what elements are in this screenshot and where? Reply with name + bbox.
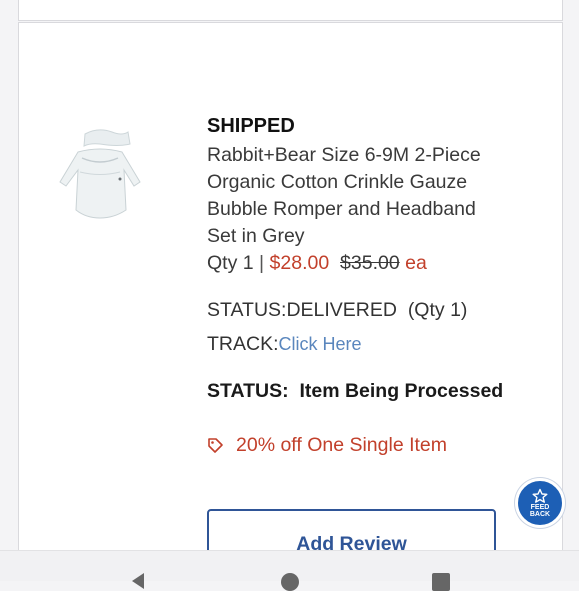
promo-row: 20% off One Single Item (207, 434, 447, 457)
promo-text: 20% off One Single Item (236, 434, 448, 456)
system-nav-bar (0, 550, 579, 591)
feedback-label-1: FEED (530, 504, 550, 511)
track-label: TRACK: (207, 333, 279, 355)
feedback-button[interactable]: FEED BACK (515, 478, 565, 528)
back-icon[interactable] (128, 571, 148, 591)
order-item-card (18, 22, 563, 563)
separator: | (259, 252, 265, 274)
quantity-price-line: Qty 1 | $28.00 $35.00 ea (207, 250, 427, 277)
star-icon (532, 488, 548, 503)
original-price: $35.00 (340, 252, 400, 274)
tag-icon (208, 438, 223, 453)
delivery-status: STATUS:DELIVERED (Qty 1) (207, 299, 468, 321)
home-icon[interactable] (281, 573, 299, 591)
item-status: STATUS: Item Being Processed (207, 378, 507, 405)
shipment-status-heading: SHIPPED (207, 115, 295, 137)
item-status-label: STATUS: (207, 380, 289, 402)
previous-card (18, 0, 563, 21)
quantity-text: Qty 1 (207, 252, 254, 274)
recents-icon[interactable] (432, 573, 450, 591)
sale-price: $28.00 (269, 252, 330, 274)
product-title[interactable]: Rabbit+Bear Size 6-9M 2-Piece Organic Co… (207, 142, 507, 250)
track-link[interactable]: Click Here (279, 334, 362, 354)
feedback-label-2: BACK (529, 511, 551, 518)
tracking-row: TRACK:Click Here (207, 333, 362, 356)
item-status-value: Item Being Processed (299, 380, 504, 402)
unit-label: ea (405, 252, 427, 274)
product-image[interactable] (40, 122, 160, 237)
